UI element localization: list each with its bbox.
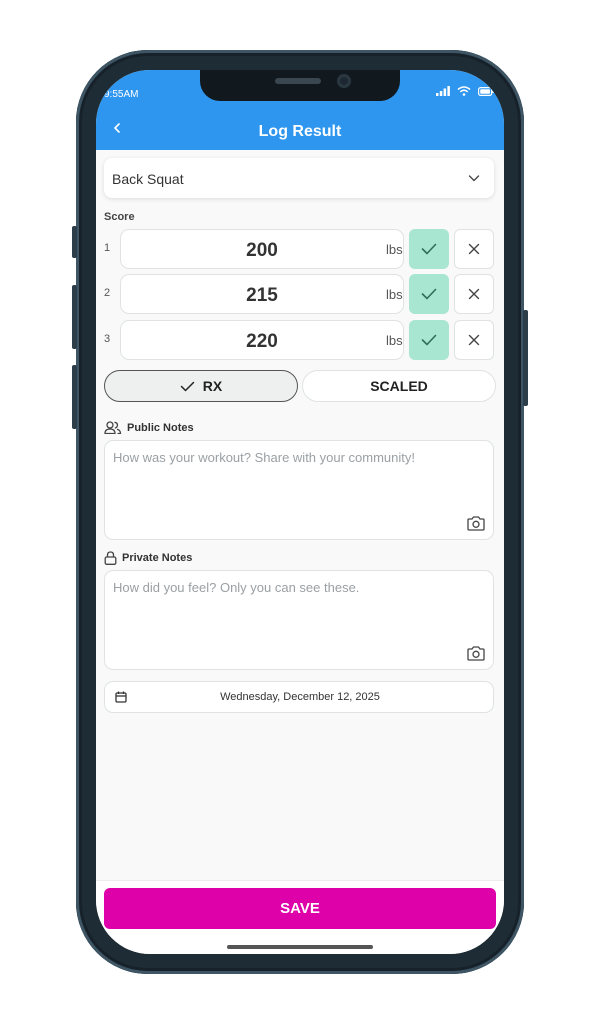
score-index: 1	[104, 242, 111, 254]
close-icon	[468, 288, 480, 300]
speaker	[275, 78, 321, 84]
camera-icon[interactable]	[467, 646, 485, 661]
lock-icon	[104, 551, 117, 565]
score-unit: lbs	[386, 333, 403, 348]
power-button	[523, 310, 528, 406]
volume-down-button	[72, 365, 77, 429]
score-input[interactable]: 220 lbs	[120, 320, 404, 360]
score-value: 220	[246, 331, 278, 352]
silent-switch	[72, 226, 77, 258]
exercise-dropdown[interactable]: Back Squat	[104, 158, 494, 198]
private-notes-input[interactable]: How did you feel? Only you can see these…	[104, 570, 494, 670]
home-indicator	[227, 945, 373, 949]
score-unit: lbs	[386, 242, 403, 257]
exercise-selected: Back Squat	[112, 171, 184, 187]
score-row: 1 200 lbs	[96, 229, 504, 269]
page-title: Log Result	[258, 123, 342, 140]
chevron-down-icon	[468, 175, 480, 182]
score-value: 215	[246, 285, 278, 306]
battery-icon	[478, 86, 494, 96]
date-picker[interactable]: Wednesday, December 12, 2025	[104, 681, 494, 713]
camera-icon[interactable]	[467, 516, 485, 531]
remove-score-button[interactable]	[454, 274, 494, 314]
public-notes-label: Public Notes	[104, 421, 194, 434]
check-icon	[421, 243, 437, 255]
status-time: 9:55AM	[104, 89, 139, 100]
confirm-score-button[interactable]	[409, 274, 449, 314]
volume-up-button	[72, 285, 77, 349]
close-icon	[468, 243, 480, 255]
wifi-icon	[457, 86, 471, 96]
front-camera	[337, 74, 351, 88]
check-icon	[421, 334, 437, 346]
public-notes-title: Public Notes	[127, 421, 194, 434]
scaled-label: SCALED	[370, 378, 428, 394]
check-icon	[180, 381, 195, 391]
score-input[interactable]: 215 lbs	[120, 274, 404, 314]
private-notes-title: Private Notes	[122, 552, 193, 564]
remove-score-button[interactable]	[454, 229, 494, 269]
private-notes-placeholder: How did you feel? Only you can see these…	[113, 580, 360, 595]
score-row: 3 220 lbs	[96, 320, 504, 360]
confirm-score-button[interactable]	[409, 229, 449, 269]
users-icon	[104, 421, 122, 434]
score-label: Score	[104, 211, 135, 223]
footer-bar: SAVE	[96, 880, 504, 954]
status-icons	[436, 86, 494, 96]
log-form: Back Squat Score 1 200 lbs 2 215 lbs 3 2…	[96, 150, 504, 880]
check-icon	[421, 288, 437, 300]
score-index: 3	[104, 333, 111, 345]
notch	[200, 70, 400, 101]
score-row: 2 215 lbs	[96, 274, 504, 314]
private-notes-label: Private Notes	[104, 551, 192, 565]
scaled-toggle[interactable]: SCALED	[302, 370, 496, 402]
save-button[interactable]: SAVE	[104, 888, 496, 929]
score-unit: lbs	[386, 287, 403, 302]
public-notes-input[interactable]: How was your workout? Share with your co…	[104, 440, 494, 540]
score-index: 2	[104, 287, 111, 299]
confirm-score-button[interactable]	[409, 320, 449, 360]
date-value: Wednesday, December 12, 2025	[220, 691, 380, 703]
score-input[interactable]: 200 lbs	[120, 229, 404, 269]
close-icon	[468, 334, 480, 346]
rx-toggle[interactable]: RX	[104, 370, 298, 402]
signal-icon	[436, 86, 450, 96]
rx-label: RX	[202, 378, 223, 394]
public-notes-placeholder: How was your workout? Share with your co…	[113, 450, 416, 465]
app-screen: 9:55AM Log Result Back Squat Score 1 200…	[96, 70, 504, 954]
score-value: 200	[246, 240, 278, 261]
remove-score-button[interactable]	[454, 320, 494, 360]
